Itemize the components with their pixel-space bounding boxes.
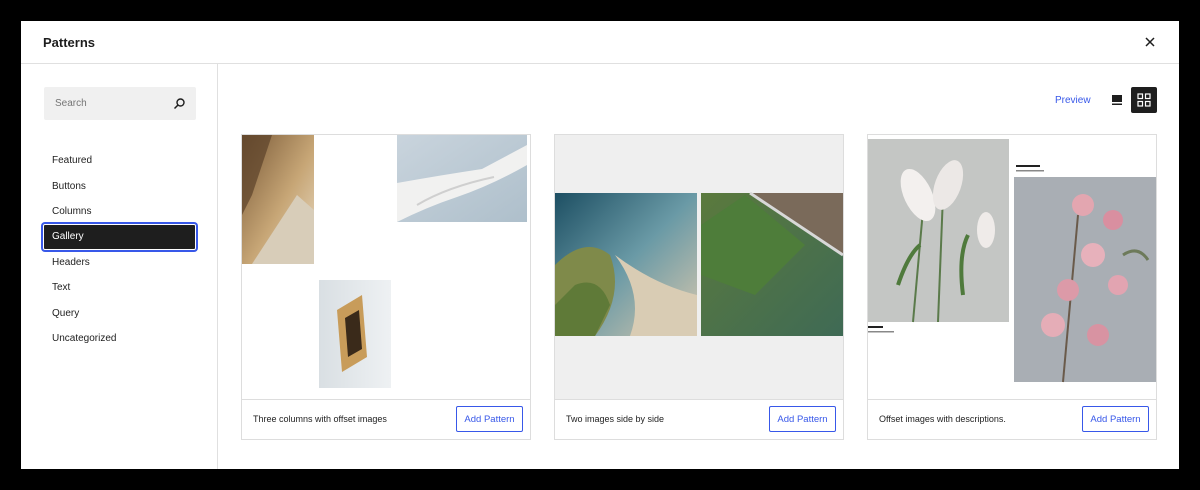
- category-featured[interactable]: Featured: [43, 148, 196, 173]
- pattern-card-footer: Two images side by side Add Pattern: [555, 399, 843, 439]
- pattern-title: Offset images with descriptions.: [879, 414, 1006, 424]
- pattern-card-footer: Offset images with descriptions. Add Pat…: [868, 399, 1156, 439]
- pattern-card-three-columns[interactable]: Three columns with offset images Add Pat…: [241, 134, 531, 440]
- category-query[interactable]: Query: [43, 300, 196, 325]
- offset-images-preview-image: [242, 135, 530, 399]
- modal-title: Patterns: [43, 35, 96, 50]
- category-buttons[interactable]: Buttons: [43, 173, 196, 198]
- search-icon[interactable]: [173, 97, 186, 110]
- add-pattern-button[interactable]: Add Pattern: [769, 406, 836, 432]
- side-by-side-images-preview-image: [555, 135, 843, 399]
- offset-images-with-descriptions-preview-image: [868, 135, 1156, 399]
- pattern-title: Two images side by side: [566, 414, 665, 424]
- modal-header: Patterns: [21, 21, 1179, 64]
- add-pattern-button[interactable]: Add Pattern: [456, 406, 523, 432]
- pattern-preview: [868, 135, 1156, 399]
- category-uncategorized[interactable]: Uncategorized: [43, 326, 196, 351]
- single-column-icon: [1112, 95, 1122, 105]
- category-list: Featured Buttons Columns Gallery Headers…: [43, 148, 196, 351]
- close-icon: [1145, 37, 1155, 47]
- pattern-card-footer: Three columns with offset images Add Pat…: [242, 399, 530, 439]
- category-sidebar: Featured Buttons Columns Gallery Headers…: [21, 64, 218, 469]
- grid-icon: [1137, 93, 1151, 107]
- search-box: [44, 87, 196, 120]
- pattern-card-offset-images-descriptions[interactable]: Offset images with descriptions. Add Pat…: [867, 134, 1157, 440]
- single-column-view-button[interactable]: [1105, 88, 1129, 112]
- pattern-title: Three columns with offset images: [253, 414, 387, 424]
- pattern-card-two-images[interactable]: Two images side by side Add Pattern: [554, 134, 844, 440]
- close-button[interactable]: [1141, 33, 1159, 51]
- category-text[interactable]: Text: [43, 275, 196, 300]
- category-headers[interactable]: Headers: [43, 250, 196, 275]
- preview-link[interactable]: Preview: [1055, 95, 1091, 106]
- category-columns[interactable]: Columns: [43, 199, 196, 224]
- category-gallery[interactable]: Gallery: [43, 224, 196, 250]
- add-pattern-button[interactable]: Add Pattern: [1082, 406, 1149, 432]
- pattern-preview: [555, 135, 843, 399]
- pattern-preview: [242, 135, 530, 399]
- grid-view-button[interactable]: [1131, 87, 1157, 113]
- pattern-explorer-main: Preview Three columns with offset images…: [219, 64, 1179, 469]
- patterns-modal: Patterns Featured Buttons Columns Galler…: [21, 21, 1179, 469]
